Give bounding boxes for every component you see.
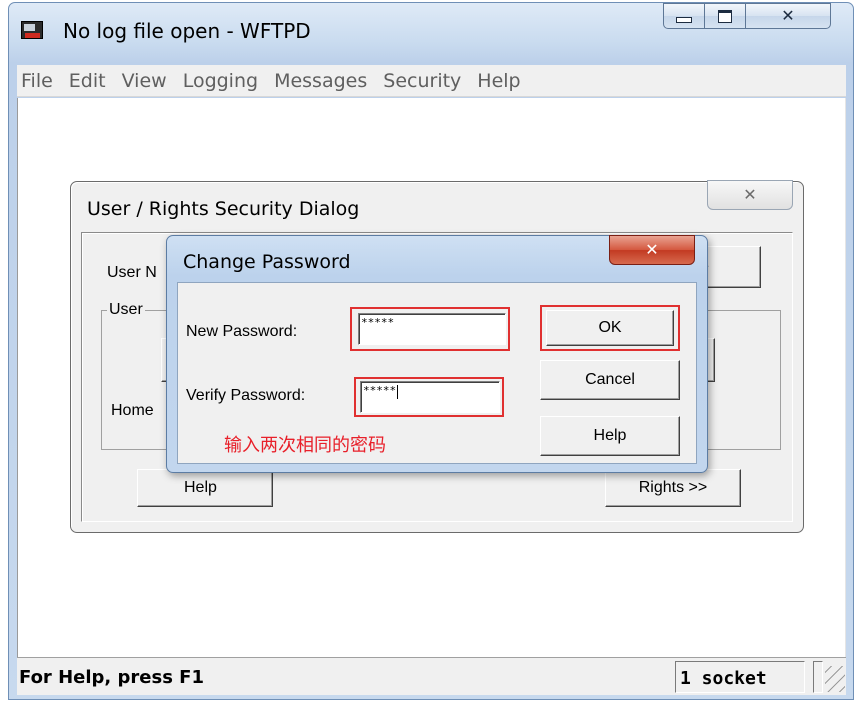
verify-password-value: ***** [363,384,397,397]
help-button[interactable]: Help [540,416,680,456]
menu-bar: File Edit View Logging Messages Security… [17,65,846,97]
close-icon: ✕ [743,187,757,204]
menu-edit[interactable]: Edit [61,70,114,92]
change-password-title: Change Password [183,251,351,273]
menu-messages[interactable]: Messages [266,70,375,92]
menu-logging[interactable]: Logging [175,70,266,92]
security-help-button[interactable]: Help [137,469,273,507]
menu-help[interactable]: Help [469,70,528,92]
close-button[interactable]: ✕ [745,3,831,29]
close-icon: ✕ [781,8,795,25]
title-bar[interactable]: No log file open - WFTPD ✕ [9,3,853,47]
new-password-input[interactable]: ***** [358,313,506,345]
annotation-text: 输入两次相同的密码 [224,435,386,456]
text-caret [397,385,399,399]
cancel-button[interactable]: Cancel [540,360,680,400]
user-name-label: User N [107,264,157,281]
verify-password-label: Verify Password: [186,387,306,404]
status-panel-empty [813,661,823,693]
user-groupbox-label: User [107,301,145,319]
status-text: For Help, press F1 [19,667,204,688]
menu-file[interactable]: File [17,70,61,92]
change-password-close-button[interactable]: ✕ [609,235,695,265]
maximize-button[interactable] [704,3,746,29]
app-icon[interactable] [21,21,43,39]
new-password-label: New Password: [186,323,298,340]
menu-view[interactable]: View [114,70,175,92]
rights-button[interactable]: Rights >> [605,469,741,507]
minimize-icon [676,17,692,23]
close-icon: ✕ [645,242,659,259]
minimize-button[interactable] [663,3,705,29]
menu-security[interactable]: Security [375,70,469,92]
status-bar: For Help, press F1 1 socket [17,657,846,695]
security-dialog-close-button[interactable]: ✕ [707,180,793,210]
window-title: No log file open - WFTPD [63,19,311,43]
socket-count: 1 socket [680,668,767,689]
change-password-body: New Password: ***** Verify Password: ***… [177,282,697,464]
ok-button[interactable]: OK [546,310,674,346]
change-password-dialog: Change Password ✕ New Password: ***** Ve… [166,235,708,473]
security-dialog-title: User / Rights Security Dialog [87,198,360,220]
socket-count-panel: 1 socket [675,661,805,693]
new-password-value: ***** [361,316,395,329]
maximize-icon [718,9,732,23]
home-label: Home [111,402,154,419]
verify-password-input[interactable]: ***** [360,381,500,413]
resize-grip-icon[interactable] [825,666,845,692]
